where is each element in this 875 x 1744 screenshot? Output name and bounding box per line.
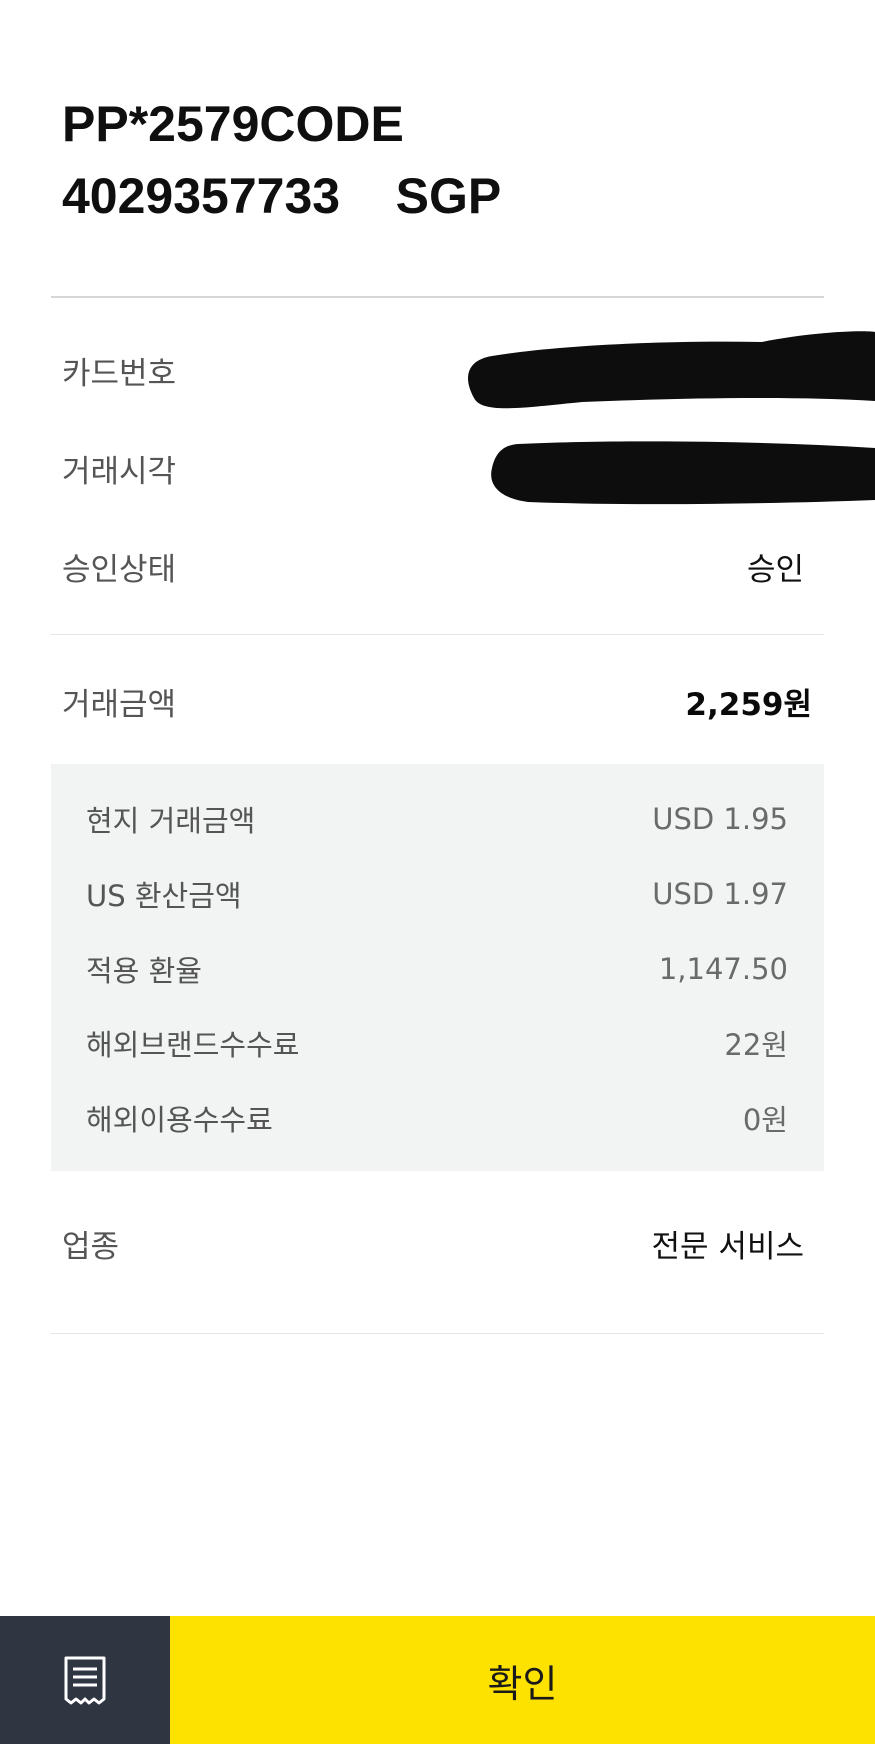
business-divider	[51, 1333, 824, 1334]
amount-label: 거래금액	[62, 686, 177, 723]
detail-value: 1,147.50	[658, 952, 788, 986]
receipt-icon	[64, 1656, 106, 1705]
confirm-button[interactable]: 확인	[170, 1616, 875, 1744]
detail-row-overseas-fee: 해외이용수수료 0원	[86, 1093, 788, 1143]
detail-label: 적용 환율	[86, 954, 202, 988]
detail-label: 현지 거래금액	[86, 804, 256, 838]
approval-status-label: 승인상태	[62, 551, 177, 588]
transaction-detail-screen: PP*2579CODE 4029357733 SGP 카드번호 거래시각 승인상…	[0, 0, 875, 1744]
receipt-button[interactable]	[0, 1616, 170, 1744]
detail-value: 0원	[742, 1103, 788, 1137]
header-divider	[51, 296, 824, 298]
detail-value: 22원	[724, 1028, 788, 1062]
detail-row-us-converted: US 환산금액 USD 1.97	[86, 869, 788, 919]
merchant-name-line2: 4029357733 SGP	[62, 168, 502, 224]
card-number-label: 카드번호	[62, 355, 177, 392]
redaction-mark-card-number	[468, 331, 875, 409]
detail-row-brand-fee: 해외브랜드수수료 22원	[86, 1018, 788, 1068]
approval-status-value: 승인	[746, 551, 804, 588]
detail-value: USD 1.95	[652, 802, 788, 836]
redaction-mark-transaction-time	[491, 441, 875, 505]
amount-value: 2,259원	[685, 686, 812, 723]
bottom-action-bar: 확인	[0, 1616, 875, 1744]
detail-value: USD 1.97	[652, 877, 788, 911]
merchant-name: PP*2579CODE 4029357733 SGP	[62, 88, 822, 232]
transaction-time-label: 거래시각	[62, 453, 177, 490]
merchant-name-line1: PP*2579CODE	[62, 96, 404, 152]
detail-label: US 환산금액	[86, 879, 242, 913]
business-type-label: 업종	[62, 1228, 120, 1265]
detail-label: 해외이용수수료	[86, 1103, 273, 1137]
status-divider	[51, 634, 824, 635]
business-type-value: 전문 서비스	[651, 1228, 804, 1265]
business-type-row: 업종 전문 서비스	[62, 1213, 812, 1273]
detail-label: 해외브랜드수수료	[86, 1028, 300, 1062]
approval-status-row: 승인상태 승인	[62, 536, 812, 596]
detail-row-local-amount: 현지 거래금액 USD 1.95	[86, 794, 788, 844]
detail-row-exchange-rate: 적용 환율 1,147.50	[86, 944, 788, 994]
amount-row: 거래금액 2,259원	[62, 671, 812, 731]
amount-details-box: 현지 거래금액 USD 1.95 US 환산금액 USD 1.97 적용 환율 …	[51, 764, 824, 1171]
